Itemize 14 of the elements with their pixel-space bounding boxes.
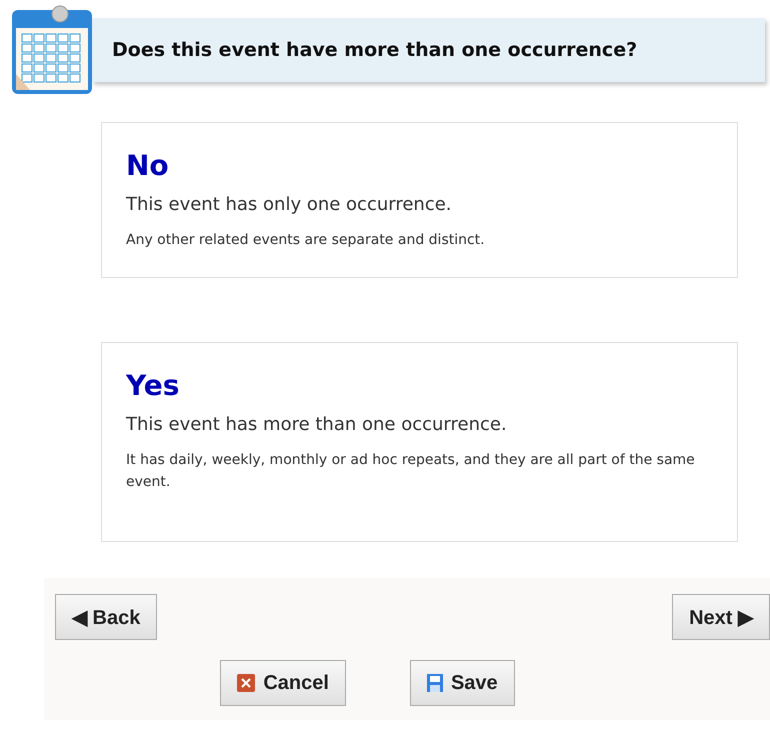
save-button[interactable]: Save <box>410 660 515 706</box>
option-detail: Any other related events are separate and distinct. <box>126 231 485 250</box>
option-heading: No <box>126 149 169 182</box>
cancel-button[interactable]: Cancel <box>220 660 346 706</box>
page-title: Does this event have more than one occurrence? <box>92 18 765 82</box>
next-button[interactable]: Next ▶ <box>672 594 770 640</box>
option-card[interactable]: Yes This event has more than one occurrence. It has daily, weekly, monthly or ad hoc repeats, and they are all part of the same event. <box>101 342 738 542</box>
option-card[interactable]: No This event has only one occurrence. Any other related events are separate and distinct. <box>101 122 738 278</box>
option-detail: It has daily, weekly, monthly or ad hoc repeats, and they are all part of the same event. <box>126 451 696 492</box>
option-summary: This event has only one occurrence. <box>126 194 452 215</box>
option-heading: Yes <box>126 369 180 402</box>
cancel-icon <box>237 674 256 692</box>
option-summary: This event has more than one occurrence. <box>126 414 507 435</box>
back-button[interactable]: ◀ Back <box>55 594 158 640</box>
